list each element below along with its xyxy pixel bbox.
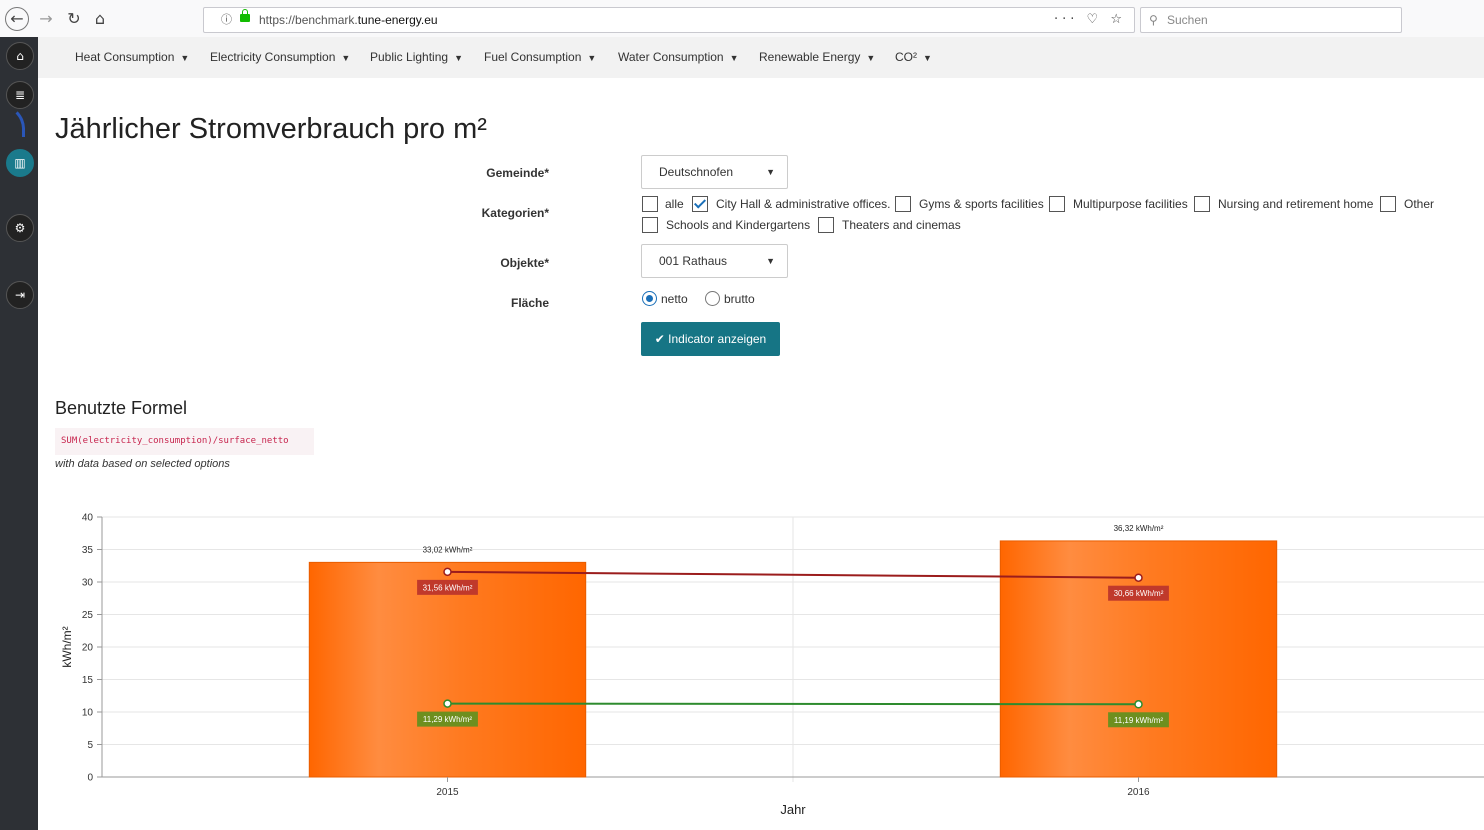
menu-renewable-energy[interactable]: Renewable Energy ▼ bbox=[759, 37, 875, 78]
left-sidebar: ⌂ ≣ ▥ ⚙ ⇥ bbox=[0, 37, 38, 830]
y-tick-label: 35 bbox=[82, 545, 94, 556]
checkbox-alle[interactable] bbox=[642, 196, 658, 212]
checkbox-nursing[interactable] bbox=[1194, 196, 1210, 212]
y-tick-label: 5 bbox=[87, 740, 93, 751]
database-icon[interactable]: ≣ bbox=[6, 81, 34, 109]
y-tick-label: 0 bbox=[87, 773, 93, 784]
checkbox-schools[interactable] bbox=[642, 217, 658, 233]
radio-label-brutto: brutto bbox=[724, 292, 755, 306]
series-point bbox=[1134, 700, 1143, 709]
chevron-down-icon: ▼ bbox=[766, 167, 775, 177]
indicator-button-label: Indicator anzeigen bbox=[668, 332, 767, 346]
radio-label-netto: netto bbox=[661, 292, 688, 306]
y-tick-label: 30 bbox=[82, 578, 94, 589]
line-data-label: 11,29 kWh/m² bbox=[423, 715, 473, 724]
reload-icon[interactable]: ↻ bbox=[62, 7, 86, 31]
search-input[interactable]: ⚲ Suchen bbox=[1140, 7, 1402, 33]
check-icon: ✔ bbox=[654, 332, 665, 346]
y-tick-label: 20 bbox=[82, 643, 94, 654]
bar-data-label: 33,02 kWh/m² bbox=[423, 545, 473, 554]
logout-icon[interactable]: ⇥ bbox=[6, 281, 34, 309]
x-tick-label: 2016 bbox=[1127, 787, 1150, 798]
bar bbox=[999, 540, 1278, 778]
category-label: Nursing and retirement home bbox=[1218, 197, 1374, 211]
gemeinde-value: Deutschnofen bbox=[659, 165, 734, 179]
page-title: Jährlicher Stromverbrauch pro m² bbox=[55, 113, 487, 145]
category-label: City Hall & administrative offices. bbox=[716, 197, 891, 211]
checkbox-city-hall[interactable] bbox=[692, 196, 708, 212]
bar bbox=[308, 561, 587, 778]
menu-heat-consumption[interactable]: Heat Consumption ▼ bbox=[75, 37, 189, 78]
search-placeholder: Suchen bbox=[1167, 13, 1208, 27]
y-tick-label: 40 bbox=[82, 513, 94, 524]
category-label: Theaters and cinemas bbox=[842, 218, 961, 232]
menu-fuel-consumption[interactable]: Fuel Consumption ▼ bbox=[484, 37, 596, 78]
flaeche-label: Fläche bbox=[510, 296, 549, 310]
objekte-label: Objekte* bbox=[500, 256, 549, 270]
x-tick-label: 2015 bbox=[436, 787, 459, 798]
page-actions-icons[interactable]: ··· ♡ ☆ bbox=[1054, 8, 1126, 32]
chart-icon[interactable]: ▥ bbox=[6, 149, 34, 177]
formula-code: SUM(electricity_consumption)/surface_net… bbox=[55, 428, 314, 455]
series-line bbox=[447, 702, 1139, 706]
series-point bbox=[443, 567, 452, 577]
line-data-label: 30,66 kWh/m² bbox=[1114, 589, 1164, 598]
category-label: Multipurpose facilities bbox=[1073, 197, 1188, 211]
gear-icon[interactable]: ⚙ bbox=[6, 214, 34, 242]
radio-netto[interactable] bbox=[642, 291, 657, 306]
objekte-select[interactable]: 001 Rathaus ▼ bbox=[641, 244, 788, 278]
main-menu: Heat Consumption ▼ Electricity Consumptio… bbox=[38, 37, 1484, 78]
checkbox-multipurpose[interactable] bbox=[1049, 196, 1065, 212]
series-point bbox=[1134, 573, 1143, 582]
menu-electricity-consumption[interactable]: Electricity Consumption ▼ bbox=[210, 37, 350, 78]
checkbox-theaters[interactable] bbox=[818, 217, 834, 233]
lock-icon bbox=[240, 9, 250, 22]
address-bar[interactable]: ⓘ https://benchmark.tune-energy.eu ··· ♡… bbox=[203, 7, 1135, 33]
category-label: Schools and Kindergartens bbox=[666, 218, 811, 232]
data-label-box bbox=[417, 579, 478, 595]
x-axis-title: Jahr bbox=[780, 802, 806, 817]
line-data-label: 31,56 kWh/m² bbox=[423, 583, 473, 592]
url-text: https://benchmark.tune-energy.eu bbox=[259, 13, 438, 27]
gemeinde-select[interactable]: Deutschnofen ▼ bbox=[641, 155, 788, 189]
category-label: Other bbox=[1404, 197, 1435, 211]
category-label: Gyms & sports facilities bbox=[919, 197, 1044, 211]
data-label-box bbox=[417, 711, 478, 727]
radio-brutto[interactable] bbox=[705, 291, 720, 306]
y-axis-title: kWh/m² bbox=[60, 626, 74, 667]
formula-heading: Benutzte Formel bbox=[55, 398, 188, 418]
search-icon: ⚲ bbox=[1149, 13, 1158, 27]
menu-co2[interactable]: CO² ▼ bbox=[895, 37, 932, 78]
chevron-down-icon: ▼ bbox=[766, 256, 775, 266]
info-icon[interactable]: ⓘ bbox=[221, 8, 232, 32]
bar-data-label: 36,32 kWh/m² bbox=[1114, 524, 1164, 533]
objekte-value: 001 Rathaus bbox=[659, 254, 728, 268]
data-label-box bbox=[1108, 712, 1169, 728]
series-line bbox=[447, 570, 1139, 579]
data-label-box bbox=[1108, 585, 1169, 601]
y-tick-label: 25 bbox=[82, 610, 94, 621]
series-point bbox=[443, 699, 452, 708]
forward-icon[interactable]: → bbox=[34, 7, 58, 31]
checkbox-gyms[interactable] bbox=[895, 196, 911, 212]
indicator-button[interactable]: ✔ Indicator anzeigen bbox=[641, 322, 780, 356]
y-tick-label: 15 bbox=[82, 675, 94, 686]
menu-public-lighting[interactable]: Public Lighting ▼ bbox=[370, 37, 463, 78]
category-label: alle bbox=[665, 197, 684, 211]
checkbox-other[interactable] bbox=[1380, 196, 1396, 212]
back-icon[interactable]: ← bbox=[5, 7, 29, 31]
line-data-label: 11,19 kWh/m² bbox=[1114, 716, 1164, 725]
kategorien-label: Kategorien* bbox=[481, 206, 549, 220]
gemeinde-label: Gemeinde* bbox=[486, 166, 549, 180]
home-icon[interactable]: ⌂ bbox=[6, 42, 34, 70]
y-tick-label: 10 bbox=[82, 708, 94, 719]
browser-toolbar: ← → ↻ ⌂ ⓘ https://benchmark.tune-energy.… bbox=[0, 0, 1484, 38]
menu-water-consumption[interactable]: Water Consumption ▼ bbox=[618, 37, 739, 78]
home-icon[interactable]: ⌂ bbox=[88, 7, 112, 31]
formula-note: with data based on selected options bbox=[55, 458, 230, 470]
